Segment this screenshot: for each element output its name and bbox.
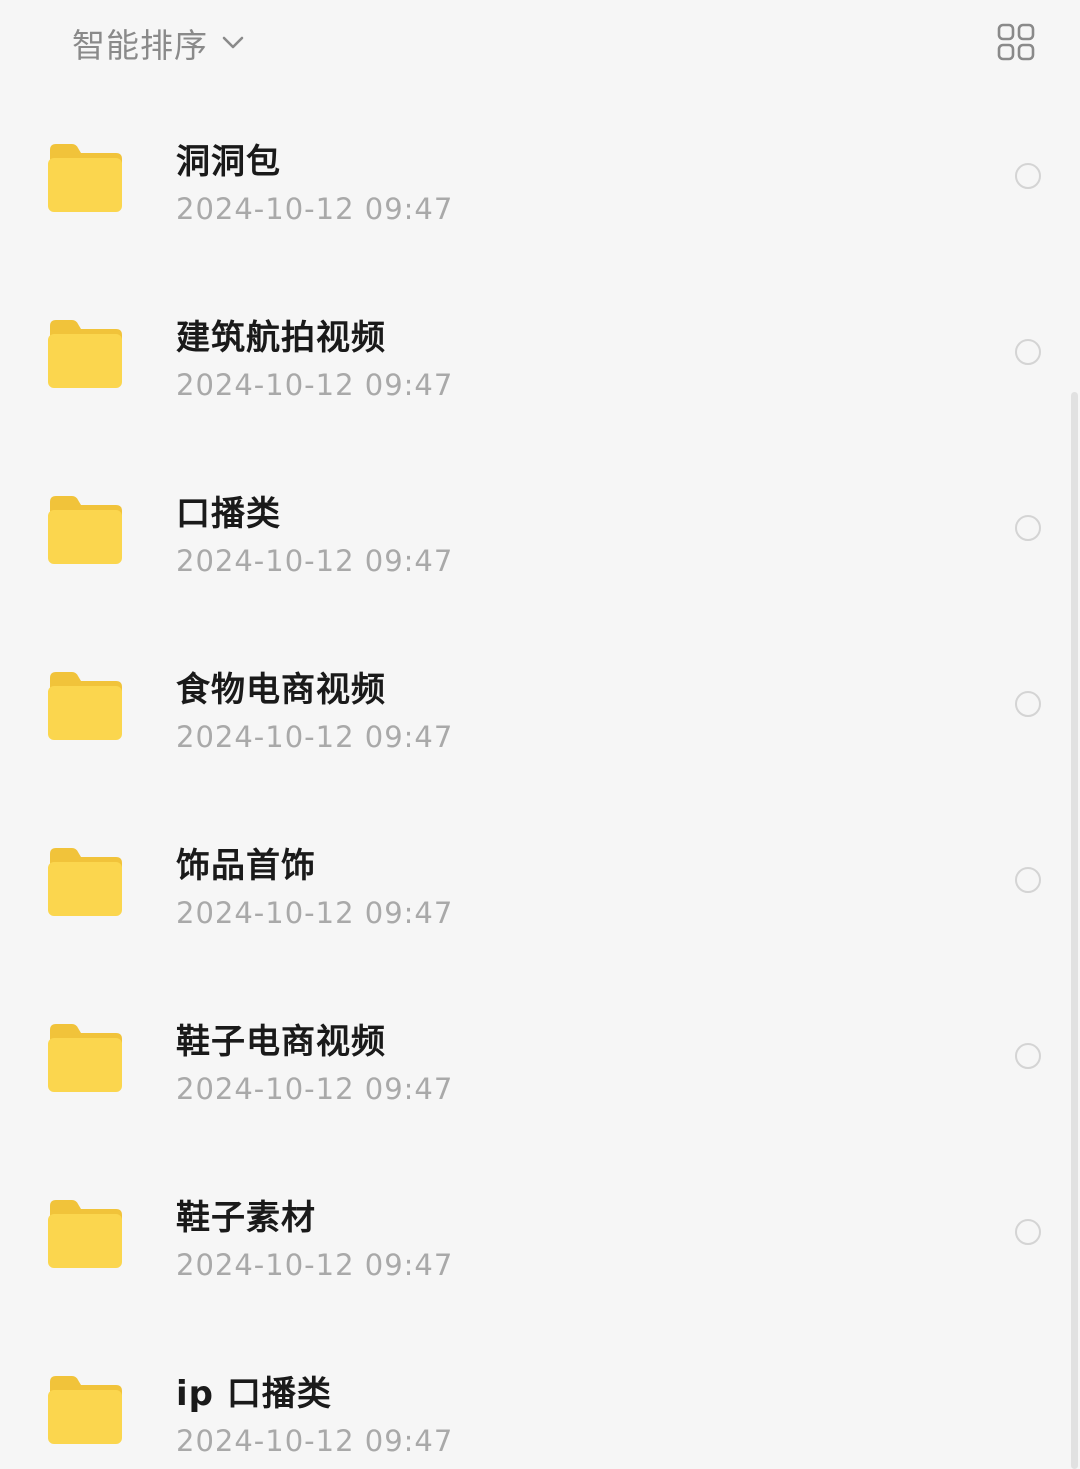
select-radio[interactable] xyxy=(1015,515,1041,541)
select-radio[interactable] xyxy=(1015,163,1041,189)
select-radio[interactable] xyxy=(1015,867,1041,893)
folder-name: 建筑航拍视频 xyxy=(176,318,386,358)
folder-icon xyxy=(46,1198,124,1270)
folder-row[interactable]: 洞洞包 2024-10-12 09:47 xyxy=(0,90,1080,266)
folder-icon xyxy=(46,1022,124,1094)
folder-row[interactable]: 饰品首饰 2024-10-12 09:47 xyxy=(0,794,1080,970)
folder-icon xyxy=(46,318,124,390)
folder-row[interactable]: 口播类 2024-10-12 09:47 xyxy=(0,442,1080,618)
select-radio[interactable] xyxy=(1015,339,1041,365)
folder-date: 2024-10-12 09:47 xyxy=(176,896,454,930)
grid-view-icon[interactable] xyxy=(996,22,1036,62)
select-radio[interactable] xyxy=(1015,691,1041,717)
folder-date: 2024-10-12 09:47 xyxy=(176,1248,454,1282)
folder-date: 2024-10-12 09:47 xyxy=(176,544,454,578)
folder-date: 2024-10-12 09:47 xyxy=(176,1424,454,1458)
folder-name: 口播类 xyxy=(176,494,281,534)
folder-name: 洞洞包 xyxy=(176,142,281,182)
folder-list: 洞洞包 2024-10-12 09:47 建筑航拍视频 2024-10-12 0… xyxy=(0,90,1080,1469)
toolbar: 智能排序 xyxy=(0,0,1080,86)
folder-row[interactable]: ip 口播类 2024-10-12 09:47 xyxy=(0,1322,1080,1469)
folder-date: 2024-10-12 09:47 xyxy=(176,720,454,754)
sort-label: 智能排序 xyxy=(72,26,208,65)
select-radio[interactable] xyxy=(1015,1219,1041,1245)
folder-row[interactable]: 鞋子电商视频 2024-10-12 09:47 xyxy=(0,970,1080,1146)
folder-date: 2024-10-12 09:47 xyxy=(176,1072,454,1106)
folder-row[interactable]: 建筑航拍视频 2024-10-12 09:47 xyxy=(0,266,1080,442)
folder-name: 鞋子电商视频 xyxy=(176,1022,386,1062)
folder-icon xyxy=(46,1374,124,1446)
folder-row[interactable]: 食物电商视频 2024-10-12 09:47 xyxy=(0,618,1080,794)
folder-date: 2024-10-12 09:47 xyxy=(176,192,454,226)
folder-name: 饰品首饰 xyxy=(176,846,316,886)
folder-date: 2024-10-12 09:47 xyxy=(176,368,454,402)
folder-name: 食物电商视频 xyxy=(176,670,386,710)
folder-name: 鞋子素材 xyxy=(176,1198,316,1238)
folder-icon xyxy=(46,846,124,918)
folder-icon xyxy=(46,494,124,566)
chevron-down-icon xyxy=(220,30,246,56)
folder-row[interactable]: 鞋子素材 2024-10-12 09:47 xyxy=(0,1146,1080,1322)
scrollbar[interactable] xyxy=(1071,392,1078,1469)
folder-icon xyxy=(46,670,124,742)
select-radio[interactable] xyxy=(1015,1043,1041,1069)
folder-name: ip 口播类 xyxy=(176,1374,332,1414)
sort-dropdown-button[interactable]: 智能排序 xyxy=(72,20,246,66)
folder-icon xyxy=(46,142,124,214)
